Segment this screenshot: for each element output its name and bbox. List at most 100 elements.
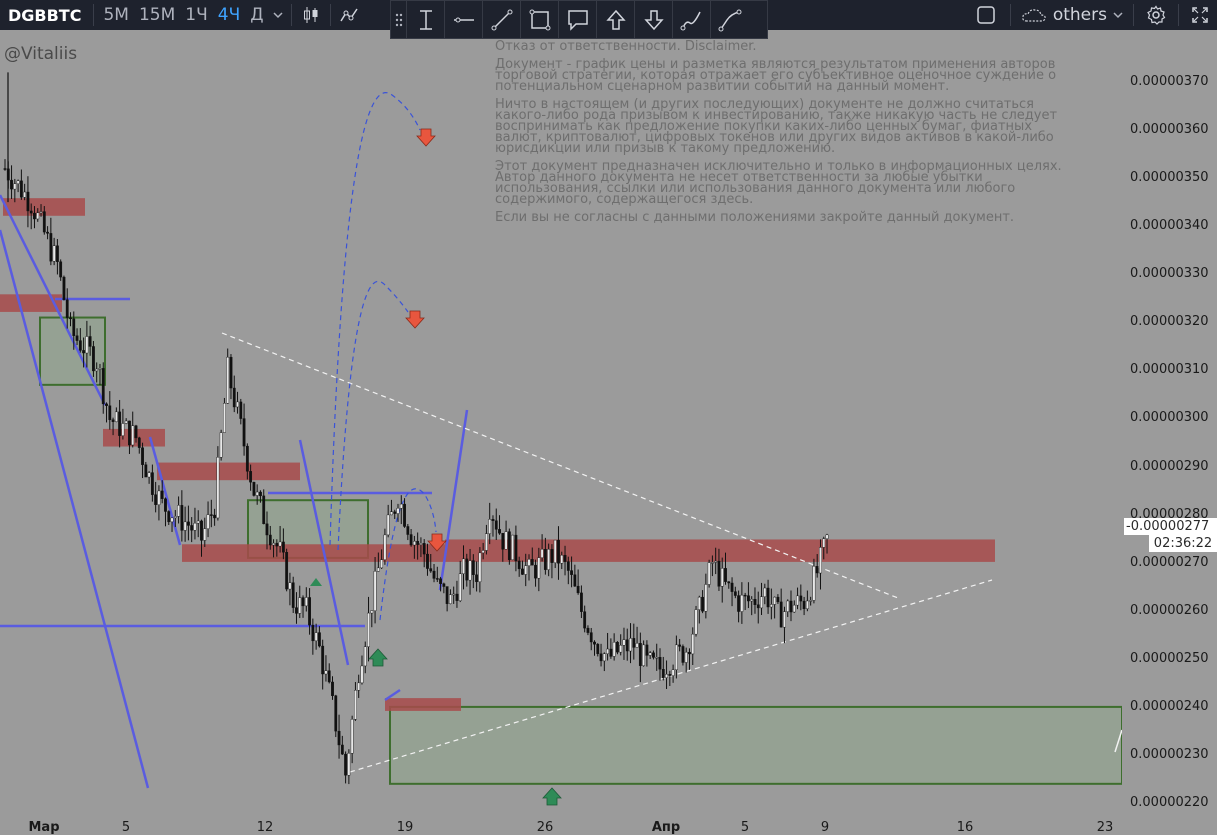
- candle-up: [504, 531, 508, 550]
- time-tick-label: 12: [256, 820, 274, 835]
- timeframe-5m[interactable]: 5M: [98, 0, 133, 30]
- candle-up: [452, 593, 456, 596]
- candle-down: [507, 531, 511, 560]
- candle-down: [583, 611, 587, 629]
- candle-down: [517, 560, 521, 570]
- price-tick-label: 0.00000260: [1130, 602, 1209, 618]
- candle-down: [69, 317, 72, 320]
- disclaimer-paragraph: Ничто в настоящем (и других последующих)…: [495, 97, 1058, 156]
- candle-down: [65, 299, 69, 318]
- candle-down: [658, 657, 662, 670]
- candle-down: [26, 191, 30, 212]
- candle-up: [324, 670, 328, 675]
- candle-down: [33, 212, 36, 220]
- bar-countdown-label: 02:36:22: [1149, 535, 1217, 552]
- candle-down: [596, 644, 600, 654]
- candle-up: [809, 600, 813, 602]
- candle-down: [295, 607, 298, 614]
- timeframe-4h[interactable]: 4Ч: [213, 0, 245, 30]
- candle-up: [642, 644, 646, 666]
- candle-down: [406, 526, 410, 535]
- candle-down: [668, 674, 672, 676]
- candle-up: [763, 587, 767, 597]
- time-axis[interactable]: Мар 5 12 19 26 Апр 5 9 16 23: [0, 820, 1217, 835]
- symbol-button[interactable]: DGBBTC: [0, 0, 89, 30]
- layout-selector[interactable]: others: [1015, 5, 1129, 25]
- candle-down: [134, 425, 138, 439]
- candle-up: [769, 604, 773, 608]
- candle-up: [825, 534, 829, 539]
- price-tick-label: 0.00000310: [1130, 362, 1209, 378]
- candle-up: [121, 423, 125, 436]
- candle-up: [485, 533, 488, 551]
- compare-button[interactable]: [966, 0, 1006, 30]
- candle-down: [186, 521, 190, 526]
- candle-up: [822, 538, 826, 548]
- candle-up: [399, 503, 403, 509]
- candle-down: [645, 644, 649, 656]
- candle-up: [304, 597, 308, 607]
- candle-down: [200, 520, 203, 541]
- chart-type-button[interactable]: [296, 0, 326, 30]
- candle-up: [674, 644, 678, 671]
- candle-down: [141, 447, 144, 465]
- timeframe-1h[interactable]: 1Ч: [180, 0, 212, 30]
- author-watermark: @Vitaliis: [4, 44, 78, 64]
- candle-up: [383, 534, 387, 560]
- candle-up: [223, 403, 226, 433]
- buy-arrow: [310, 578, 322, 586]
- candle-up: [704, 584, 708, 612]
- price-axis[interactable]: 0.00000370 0.00000360 0.00000350 0.00000340…: [1122, 30, 1217, 820]
- candle-down: [82, 350, 86, 354]
- candle-down: [593, 641, 596, 645]
- candle-down: [154, 494, 158, 505]
- sell-arrow: [405, 310, 425, 329]
- indicators-icon: [339, 8, 358, 22]
- timeframe-dropdown-button[interactable]: [269, 0, 287, 30]
- candle-up: [707, 562, 711, 585]
- candle-up: [255, 491, 259, 496]
- candle-down: [416, 540, 420, 545]
- candle-up: [177, 505, 180, 517]
- candle-up: [537, 557, 541, 579]
- candle-up: [52, 245, 56, 262]
- time-tick-label: 26: [536, 820, 554, 835]
- candle-up: [206, 514, 210, 529]
- candle-up: [740, 594, 744, 612]
- candle-down: [311, 624, 315, 642]
- candle-up: [380, 559, 384, 569]
- candle-down: [747, 595, 750, 602]
- candle-up: [773, 596, 777, 605]
- candle-up: [511, 534, 515, 560]
- candle-down: [268, 534, 272, 546]
- indicators-button[interactable]: [335, 0, 363, 30]
- fullscreen-button[interactable]: [1183, 0, 1217, 30]
- timeframe-15m[interactable]: 15M: [134, 0, 180, 30]
- timeframe-1d[interactable]: Д: [245, 0, 268, 30]
- candle-up: [196, 520, 200, 524]
- candle-down: [242, 418, 246, 447]
- candle-down: [442, 583, 446, 587]
- candle-down: [475, 574, 478, 583]
- settings-button[interactable]: [1138, 0, 1174, 30]
- candle-down: [340, 744, 344, 755]
- toolbar-divider: [329, 4, 331, 26]
- candle-up: [527, 559, 531, 566]
- candle-up: [665, 674, 668, 678]
- candle-down: [756, 604, 760, 609]
- time-tick-label: 23: [1096, 820, 1114, 835]
- candle-down: [108, 405, 112, 420]
- candle-down: [802, 600, 806, 610]
- time-tick-label: 16: [956, 820, 974, 835]
- candle-down: [327, 670, 331, 683]
- candle-up: [170, 517, 174, 523]
- candle-up: [367, 612, 370, 647]
- candle-down: [180, 505, 184, 531]
- candle-up: [792, 604, 796, 613]
- candle-up: [298, 597, 302, 614]
- price-tick-label: 0.00000330: [1130, 266, 1209, 282]
- buy-arrow: [542, 787, 562, 806]
- candle-down: [3, 168, 7, 170]
- candle-down: [789, 600, 793, 613]
- candle-down: [259, 491, 262, 497]
